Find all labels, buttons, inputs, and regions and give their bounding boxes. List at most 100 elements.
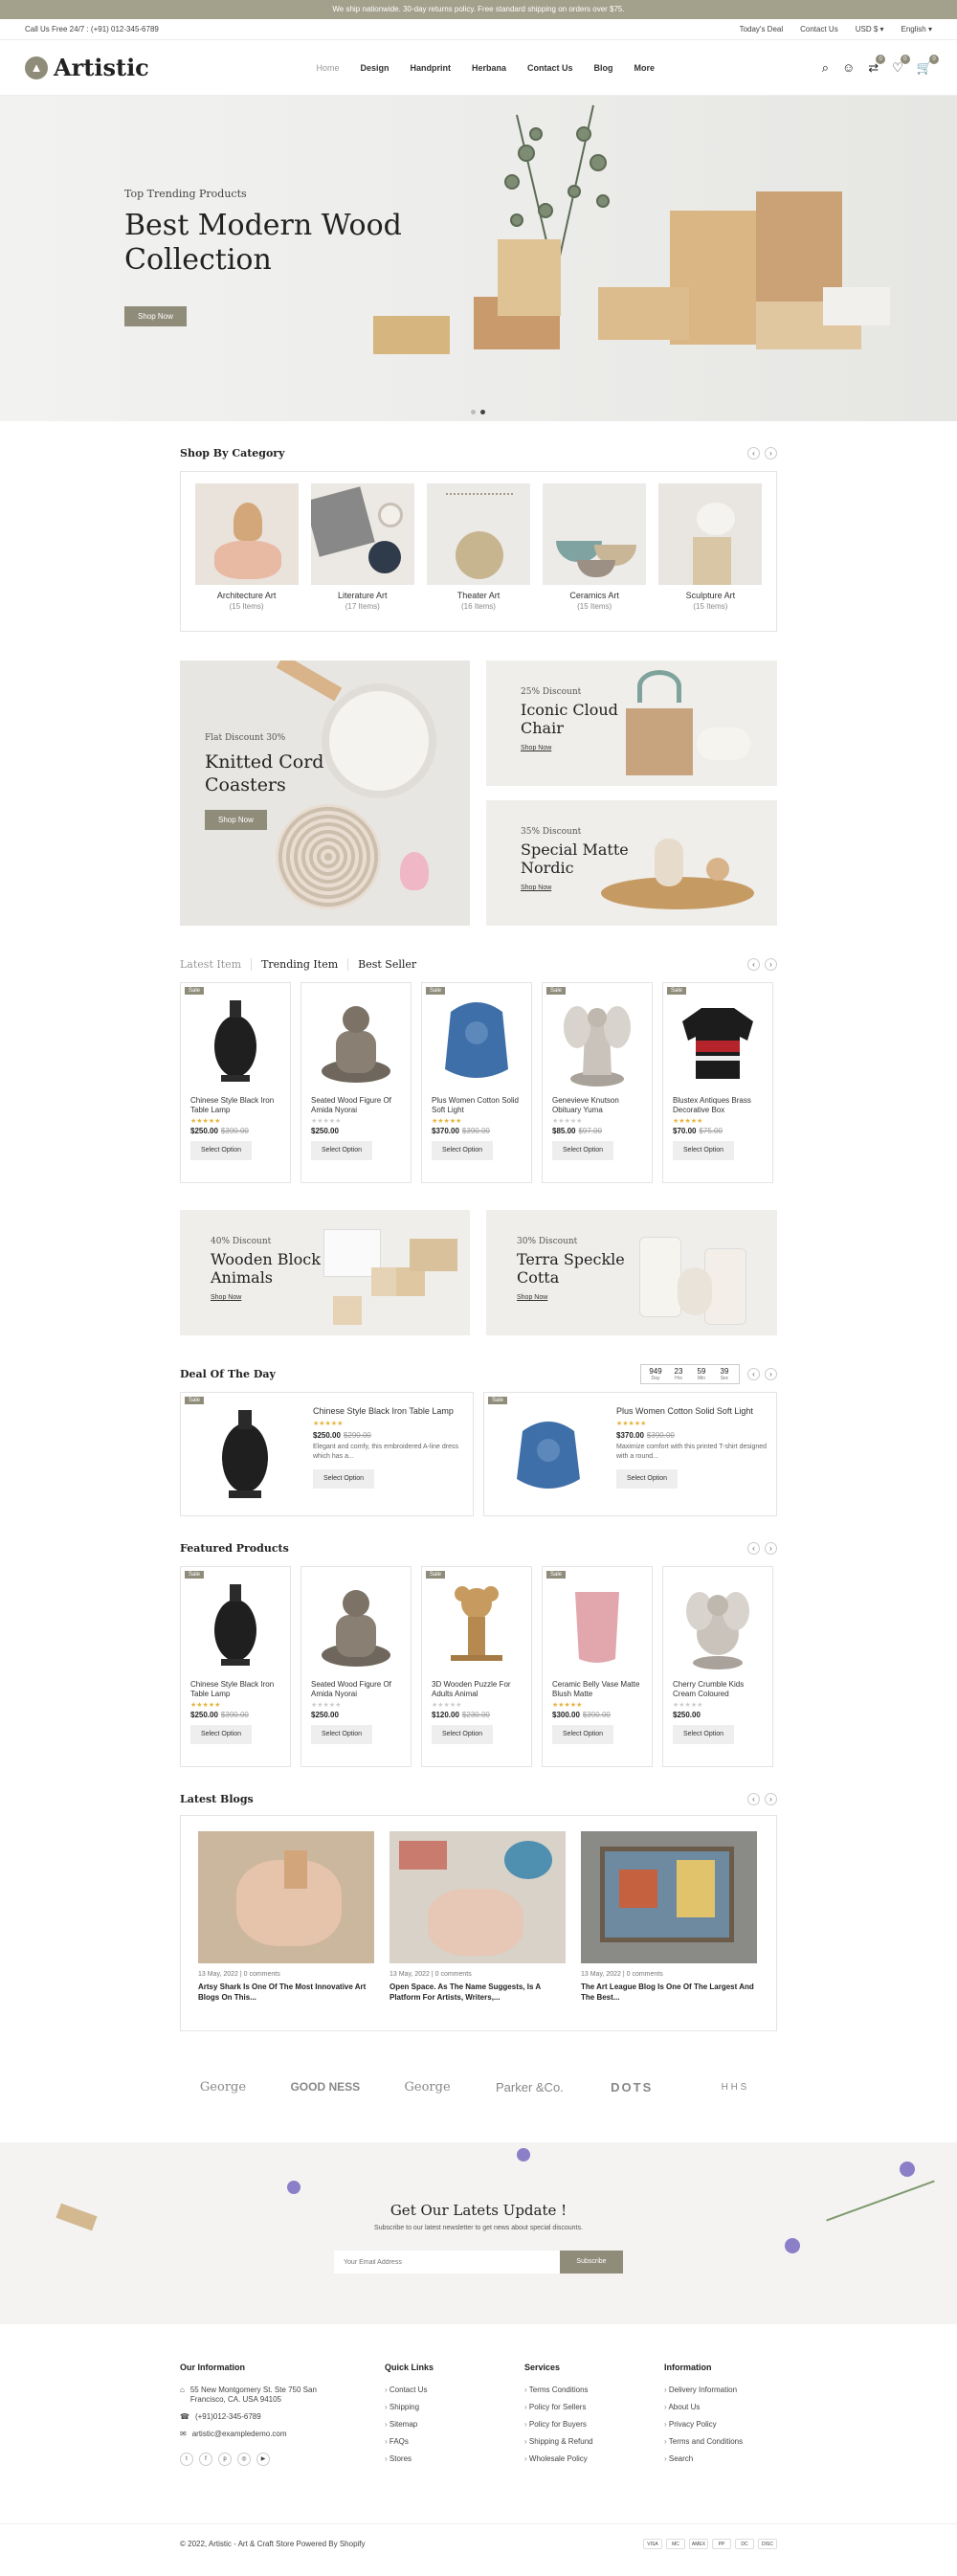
tab-trending-item[interactable]: Trending Item — [261, 957, 349, 971]
select-option-button[interactable]: Select Option — [313, 1469, 374, 1489]
footer-link[interactable]: Contact Us — [385, 2386, 524, 2394]
deal-prev-button[interactable]: ‹ — [747, 1367, 760, 1380]
banner-shop-link[interactable]: Shop Now — [521, 885, 635, 891]
product-card[interactable]: Sale Chinese Style Black Iron Table Lamp ★… — [180, 982, 291, 1183]
category-item[interactable]: Architecture Art (15 Items) — [194, 483, 299, 619]
footer-link[interactable]: Shipping & Refund — [524, 2437, 664, 2446]
blogs-prev-button[interactable]: ‹ — [747, 1792, 760, 1805]
select-option-button[interactable]: Select Option — [552, 1725, 613, 1744]
blog-title[interactable]: The Art League Blog Is One Of The Larges… — [581, 1982, 757, 2003]
nav-home[interactable]: Home — [316, 63, 339, 73]
deal-card[interactable]: Sale Plus Women Cotton Solid Soft Light … — [483, 1392, 777, 1516]
deal-card[interactable]: Sale Chinese Style Black Iron Table Lamp… — [180, 1392, 474, 1516]
footer-link[interactable]: Policy for Buyers — [524, 2420, 664, 2429]
product-card[interactable]: Seated Wood Figure Of Amida Nyorai ★★★★★ $… — [300, 982, 412, 1183]
product-card[interactable]: Sale Blustex Antiques Brass Decorative Bo… — [662, 982, 773, 1183]
nav-handprint[interactable]: Handprint — [410, 63, 451, 73]
hero-dot-1[interactable] — [471, 410, 476, 414]
footer-link[interactable]: About Us — [664, 2403, 777, 2411]
select-option-button[interactable]: Select Option — [311, 1725, 372, 1744]
product-name[interactable]: Genevieve Knutson Obituary Yuma — [543, 1096, 652, 1115]
cart-icon[interactable]: 🛒 0 — [917, 54, 939, 76]
banner-terra-cotta[interactable]: 30% Discount Terra Speckle Cotta Shop No… — [486, 1210, 777, 1335]
nav-contact[interactable]: Contact Us — [527, 63, 573, 73]
select-option-button[interactable]: Select Option — [311, 1141, 372, 1160]
deal-name[interactable]: Plus Women Cotton Solid Soft Light — [616, 1406, 769, 1416]
banner-cloud-chair[interactable]: 25% Discount Iconic Cloud Chair Shop Now — [486, 661, 777, 786]
footer-link[interactable]: Wholesale Policy — [524, 2454, 664, 2463]
select-option-button[interactable]: Select Option — [616, 1469, 678, 1489]
brand-logo[interactable]: H H S — [691, 2082, 777, 2093]
products-prev-button[interactable]: ‹ — [747, 957, 760, 971]
product-name[interactable]: Chinese Style Black Iron Table Lamp — [181, 1096, 290, 1115]
brand-logo[interactable]: George — [385, 2080, 471, 2094]
featured-next-button[interactable]: › — [765, 1541, 777, 1555]
category-next-button[interactable]: › — [765, 446, 777, 459]
nav-more[interactable]: More — [634, 63, 656, 73]
banner-shop-link[interactable]: Shop Now — [211, 1294, 325, 1301]
select-option-button[interactable]: Select Option — [432, 1141, 493, 1160]
product-name[interactable]: Seated Wood Figure Of Amida Nyorai — [301, 1096, 411, 1115]
product-name[interactable]: Plus Women Cotton Solid Soft Light — [422, 1096, 531, 1115]
product-name[interactable]: Ceramic Belly Vase Matte Blush Matte — [543, 1680, 652, 1699]
blog-title[interactable]: Open Space. As The Name Suggests, Is A P… — [389, 1982, 566, 2003]
brand-logo[interactable]: DOTS — [589, 2080, 675, 2094]
banner-matte-nordic[interactable]: 35% Discount Special Matte Nordic Shop N… — [486, 800, 777, 926]
footer-link[interactable]: FAQs — [385, 2437, 524, 2446]
wishlist-icon[interactable]: ♡ 0 — [892, 54, 910, 76]
facebook-icon[interactable]: f — [199, 2453, 212, 2466]
footer-link[interactable]: Search — [664, 2454, 777, 2463]
banner-shop-link[interactable]: Shop Now — [517, 1294, 632, 1301]
tab-best-seller[interactable]: Best Seller — [358, 958, 426, 971]
category-item[interactable]: Literature Art (17 Items) — [310, 483, 414, 619]
banner-wooden-block[interactable]: 40% Discount Wooden Block Animals Shop N… — [180, 1210, 470, 1335]
youtube-icon[interactable]: ▶ — [256, 2453, 270, 2466]
search-icon[interactable]: ⌕ — [822, 60, 829, 76]
account-icon[interactable]: ☺ — [842, 60, 855, 76]
product-card[interactable]: Sale Ceramic Belly Vase Matte Blush Matte… — [542, 1566, 653, 1767]
brand-logo[interactable]: GOOD NESS — [282, 2080, 368, 2094]
select-option-button[interactable]: Select Option — [190, 1141, 252, 1160]
footer-link[interactable]: Sitemap — [385, 2420, 524, 2429]
logo[interactable]: ▲ Artistic — [25, 54, 149, 81]
product-card[interactable]: Sale Plus Women Cotton Solid Soft Light ★★… — [421, 982, 532, 1183]
hero-dot-2[interactable] — [480, 410, 485, 414]
product-name[interactable]: Chinese Style Black Iron Table Lamp — [181, 1680, 290, 1699]
footer-link[interactable]: Stores — [385, 2454, 524, 2463]
instagram-icon[interactable]: ◎ — [237, 2453, 251, 2466]
contact-us-link[interactable]: Contact Us — [800, 25, 838, 34]
select-option-button[interactable]: Select Option — [552, 1141, 613, 1160]
featured-prev-button[interactable]: ‹ — [747, 1541, 760, 1555]
footer-link[interactable]: Policy for Sellers — [524, 2403, 664, 2411]
brand-logo[interactable]: Parker &Co. — [486, 2080, 572, 2094]
hero-shop-button[interactable]: Shop Now — [124, 306, 187, 326]
products-next-button[interactable]: › — [765, 957, 777, 971]
category-item[interactable]: Ceramics Art (15 Items) — [543, 483, 647, 619]
select-option-button[interactable]: Select Option — [190, 1725, 252, 1744]
nav-blog[interactable]: Blog — [594, 63, 613, 73]
nav-design[interactable]: Design — [360, 63, 389, 73]
category-prev-button[interactable]: ‹ — [747, 446, 760, 459]
product-name[interactable]: Seated Wood Figure Of Amida Nyorai — [301, 1680, 411, 1699]
currency-select[interactable]: USD $ ▾ — [856, 25, 884, 34]
product-card[interactable]: Seated Wood Figure Of Amida Nyorai ★★★★★ $… — [300, 1566, 412, 1767]
select-option-button[interactable]: Select Option — [432, 1725, 493, 1744]
footer-email[interactable]: artistic@exampledemo.com — [192, 2430, 287, 2439]
twitter-icon[interactable]: t — [180, 2453, 193, 2466]
product-name[interactable]: Cherry Crumble Kids Cream Coloured — [663, 1680, 772, 1699]
blogs-next-button[interactable]: › — [765, 1792, 777, 1805]
pinterest-icon[interactable]: p — [218, 2453, 232, 2466]
banner-shop-button[interactable]: Shop Now — [205, 810, 267, 830]
footer-link[interactable]: Delivery Information — [664, 2386, 777, 2394]
banner-shop-link[interactable]: Shop Now — [521, 745, 635, 751]
footer-link[interactable]: Terms Conditions — [524, 2386, 664, 2394]
category-item[interactable]: Sculpture Art (15 Items) — [658, 483, 763, 619]
product-card[interactable]: Sale Genevieve Knutson Obituary Yuma ★★★★★… — [542, 982, 653, 1183]
tab-latest-item[interactable]: Latest Item — [180, 957, 253, 971]
product-card[interactable]: Sale 3D Wooden Puzzle For Adults Animal ★★… — [421, 1566, 532, 1767]
deal-next-button[interactable]: › — [765, 1367, 777, 1380]
blog-card[interactable]: 13 May, 2022 | 0 comments Artsy Shark Is… — [198, 1831, 374, 2015]
product-card[interactable]: Cherry Crumble Kids Cream Coloured ★★★★★ $… — [662, 1566, 773, 1767]
compare-icon[interactable]: ⇄ 0 — [868, 54, 886, 76]
footer-phone[interactable]: (+91)012-345-6789 — [195, 2412, 261, 2422]
